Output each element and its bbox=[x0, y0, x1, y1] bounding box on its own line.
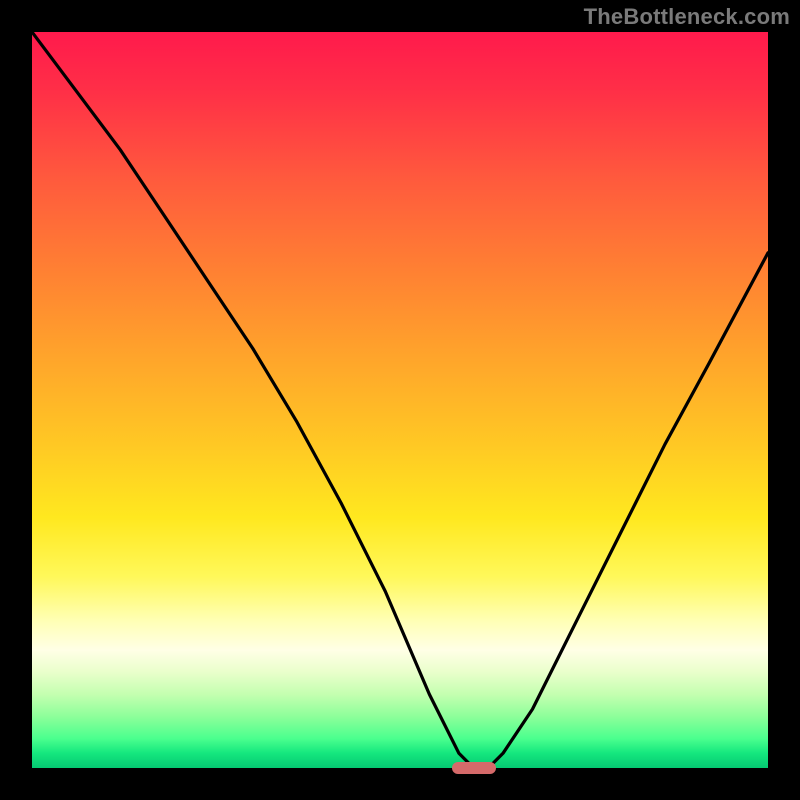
watermark-text: TheBottleneck.com bbox=[584, 4, 790, 30]
bottleneck-curve bbox=[32, 32, 768, 768]
plot-area bbox=[32, 32, 768, 768]
optimal-marker bbox=[452, 762, 496, 774]
chart-frame: TheBottleneck.com bbox=[0, 0, 800, 800]
